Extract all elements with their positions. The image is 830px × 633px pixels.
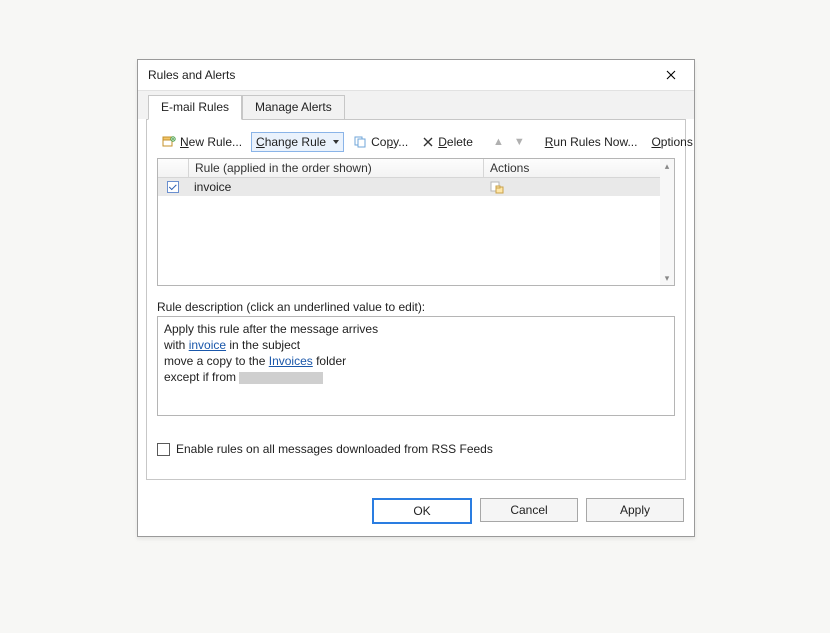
- tab-email-rules[interactable]: E-mail Rules: [148, 95, 242, 120]
- tab-manage-alerts[interactable]: Manage Alerts: [242, 95, 345, 119]
- col-rule[interactable]: Rule (applied in the order shown): [189, 159, 484, 177]
- desc-line-1: Apply this rule after the message arrive…: [164, 321, 668, 337]
- copy-rule-button[interactable]: Copy...: [348, 132, 413, 152]
- rule-description-label: Rule description (click an underlined va…: [157, 300, 675, 314]
- scroll-up-icon: ▴: [660, 159, 674, 173]
- rules-and-alerts-dialog: Rules and Alerts E-mail Rules Manage Ale…: [137, 59, 695, 537]
- rules-toolbar: New Rule... Change Rule Copy... Delete ▲: [157, 130, 675, 158]
- rule-name-cell: invoice: [188, 180, 484, 194]
- close-icon: [666, 70, 676, 80]
- rss-enable-checkbox[interactable]: [157, 443, 170, 456]
- rules-list-scrollbar[interactable]: ▴ ▾: [660, 158, 675, 286]
- action-folder-link[interactable]: Invoices: [269, 354, 313, 368]
- condition-subject-link[interactable]: invoice: [189, 338, 226, 352]
- delete-icon: [422, 136, 434, 148]
- change-rule-button[interactable]: Change Rule: [251, 132, 344, 152]
- close-button[interactable]: [654, 64, 688, 86]
- rules-list: Rule (applied in the order shown) Action…: [157, 158, 675, 286]
- table-row[interactable]: invoice: [158, 178, 660, 196]
- delete-rule-label: Delete: [438, 135, 473, 149]
- col-enabled[interactable]: [158, 159, 189, 177]
- options-button[interactable]: Options: [646, 132, 697, 152]
- move-down-button[interactable]: ▼: [511, 136, 528, 148]
- options-label: Options: [651, 135, 692, 149]
- exception-from-link[interactable]: [239, 372, 323, 384]
- rule-description-box: Apply this rule after the message arrive…: [157, 316, 675, 416]
- rules-list-header: Rule (applied in the order shown) Action…: [158, 159, 660, 178]
- rss-enable-row[interactable]: Enable rules on all messages downloaded …: [157, 442, 675, 456]
- check-icon: [167, 181, 179, 193]
- chevron-down-icon: [333, 140, 339, 144]
- new-rule-label: New Rule...: [180, 135, 242, 149]
- rule-enabled-checkbox[interactable]: [158, 181, 188, 193]
- apply-button[interactable]: Apply: [586, 498, 684, 522]
- email-rules-page: New Rule... Change Rule Copy... Delete ▲: [146, 119, 686, 480]
- run-rules-now-label: Run Rules Now...: [545, 135, 638, 149]
- run-rules-now-button[interactable]: Run Rules Now...: [540, 132, 643, 152]
- copy-rule-label: Copy...: [371, 135, 408, 149]
- change-rule-label: Change Rule: [256, 135, 326, 149]
- move-up-button[interactable]: ▲: [490, 136, 507, 148]
- desc-line-2: with invoice in the subject: [164, 337, 668, 353]
- desc-line-3: move a copy to the Invoices folder: [164, 353, 668, 369]
- col-actions[interactable]: Actions: [484, 159, 660, 177]
- desc-line-4: except if from: [164, 369, 668, 385]
- new-rule-button[interactable]: New Rule...: [157, 132, 247, 152]
- dialog-title: Rules and Alerts: [148, 68, 235, 82]
- new-rule-icon: [162, 136, 176, 148]
- cancel-button[interactable]: Cancel: [480, 498, 578, 522]
- titlebar: Rules and Alerts: [138, 60, 694, 90]
- dialog-buttons: OK Cancel Apply: [138, 488, 694, 536]
- tab-email-rules-label: E-mail Rules: [161, 100, 229, 114]
- copy-icon: [353, 135, 367, 149]
- scroll-down-icon: ▾: [660, 271, 674, 285]
- move-to-folder-icon: [490, 180, 504, 194]
- rules-list-body: invoice: [158, 178, 660, 285]
- rule-actions-cell: [484, 180, 660, 194]
- ok-button[interactable]: OK: [372, 498, 472, 524]
- rss-enable-label: Enable rules on all messages downloaded …: [176, 442, 493, 456]
- tab-manage-alerts-label: Manage Alerts: [255, 100, 332, 114]
- tabs-strip: E-mail Rules Manage Alerts: [138, 90, 694, 119]
- delete-rule-button[interactable]: Delete: [417, 132, 478, 152]
